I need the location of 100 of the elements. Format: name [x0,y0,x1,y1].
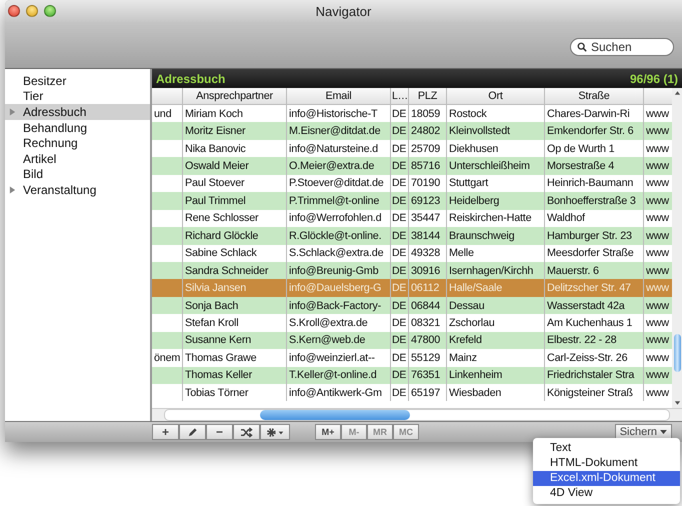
memory-button[interactable]: M+ [315,424,341,440]
table-cell: Braunschweig [447,227,545,244]
table-row[interactable]: Sandra Schneider info@Breunig-Gmb DE 30916 Isernhagen/Kirchh Mauerstr. 6 www [152,262,672,280]
table-cell: Paul Trimmel [183,192,287,210]
table-cell-text: www [645,281,670,296]
table-cell: T.Keller@t-online.d [287,366,391,384]
table-cell: 47800 [409,332,447,350]
table-cell: 24802 [409,122,447,140]
close-button[interactable] [8,5,20,17]
scroll-thumb[interactable] [260,410,410,420]
table-cell-text: www [645,350,670,366]
window-title: Navigator [316,4,372,18]
scroll-thumb[interactable] [674,334,680,372]
table-row[interactable]: Paul Trimmel P.Trimmel@t-online DE 69123 Heidelberg Bonhoefferstraße 3 www [152,192,672,210]
table-cell: Königsteiner Straß [545,384,644,402]
table-cell: Morsestraße 4 [545,157,644,175]
table-cell: Bonhoefferstraße 3 [545,192,644,210]
table-cell: DE [391,227,409,244]
column-header[interactable]: PLZ [409,88,447,104]
table-cell-text: www [645,333,670,348]
table-cell-text: www [645,228,670,244]
table-cell: P.Trimmel@t-online [287,192,391,210]
minimize-button[interactable] [26,5,38,17]
table-cell: Tobias Törner [183,384,287,402]
table-cell: 76351 [409,366,447,384]
sidebar-item[interactable]: Besitzer [5,73,150,89]
table-cell: DE [391,192,409,210]
horizontal-scrollbar[interactable] [152,408,682,421]
table-row[interactable]: Richard Glöckle R.Glöckle@t-online. DE 38144 Braunschweig Hamburger Str. 23 www [152,227,672,244]
table-cell: Friedrichstaler Stra [545,366,644,384]
menu-item[interactable]: 4D View [533,486,680,501]
remove-button[interactable]: − [206,424,233,440]
sidebar-item[interactable]: Adressbuch [5,104,150,120]
table-cell: Oswald Meier [183,157,287,175]
table-cell: Moritz Eisner [183,122,287,140]
sidebar-item[interactable]: Artikel [5,150,150,167]
table-row[interactable]: Sonja Bach info@Back-Factory- DE 06844 Dessau Wasserstadt 42a www [152,296,672,314]
table-cell: DE [391,366,409,384]
disclosure-triangle-icon[interactable] [9,108,16,116]
table-cell-text: www [645,124,670,140]
search-field[interactable]: Suchen [570,38,674,56]
edit-button[interactable] [179,424,206,440]
table-cell: DE [391,332,409,350]
table-cell-text: www [645,298,670,314]
table-cell: Heidelberg [447,192,545,210]
table-cell: DE [391,157,409,175]
table-cell: DE [391,384,409,402]
table-cell: R.Glöckle@t-online. [287,227,391,244]
table-cell-text: www [645,264,670,279]
sidebar-item[interactable]: Rechnung [5,135,150,151]
table-row[interactable]: Oswald Meier O.Meier@extra.de DE 85716 Unterschleißheim Morsestraße 4 www [152,157,672,175]
zoom-button[interactable] [44,5,56,17]
sidebar-item[interactable]: Behandlung [5,120,150,136]
table-cell-text: www [645,211,670,226]
table-cell: Susanne Kern [183,332,287,350]
table-cell: info@Antikwerk-Gm [287,384,391,402]
table-cell: Hamburger Str. 23 [545,227,644,244]
table-cell: Kleinvollstedt [447,122,545,140]
column-header[interactable]: Straße [545,88,644,104]
table-cell: Thomas Keller [183,366,287,384]
column-header[interactable]: Email [287,88,391,104]
scroll-up-arrow-icon[interactable] [674,90,680,96]
sidebar-item[interactable]: Bild [5,166,150,182]
menu-item[interactable]: Text [533,441,680,456]
table-cell-text: www [645,142,670,157]
table-cell: 06844 [409,296,447,314]
table-cell: Wiesbaden [447,384,545,402]
add-button[interactable]: + [152,424,179,440]
table-row[interactable]: Moritz Eisner M.Eisner@ditdat.de DE 24802 Kleinvollstedt Emkendorfer Str. 6 www [152,122,672,140]
shuffle-button[interactable] [233,424,260,440]
disclosure-triangle-icon[interactable] [9,186,16,194]
table-cell: Unterschleißheim [447,157,545,175]
table-row[interactable]: Tobias Törner info@Antikwerk-Gm DE 65197 Wiesbaden Königsteiner Straß www [152,384,672,402]
table-cell-text: www [645,194,670,209]
menu-item[interactable]: Excel.xml-Dokument [533,471,680,486]
table-row[interactable]: Susanne Kern S.Kern@web.de DE 47800 Krefeld Elbestr. 22 - 28 www [152,332,672,350]
action-menu-button[interactable] [260,424,290,440]
table-cell: Krefeld [447,332,545,350]
column-header[interactable]: Ansprechpartner [183,88,287,104]
vertical-scrollbar[interactable] [672,88,682,408]
table-cell-text: www [645,368,670,384]
table-cell: 65197 [409,384,447,402]
table-cell: Emkendorfer Str. 6 [545,122,644,140]
table-cell-text: www [645,316,670,331]
table-cell: 69123 [409,192,447,210]
table-cell: Wasserstadt 42a [545,296,644,314]
sidebar-item[interactable]: Veranstaltung [5,182,150,198]
column-header[interactable]: Ort [447,88,545,104]
table-row[interactable]: Thomas Keller T.Keller@t-online.d DE 76351 Linkenheim Friedrichstaler Stra www [152,366,672,384]
record-count: 96/96 (1) [630,72,678,86]
column-header[interactable]: L… [391,88,409,104]
search-icon [577,42,587,52]
table-cell: Dessau [447,296,545,314]
table-cell: Sonja Bach [183,296,287,314]
menu-item[interactable]: HTML-Dokument [533,456,680,471]
table-cell-text: www [645,386,670,401]
table-cell: DE [391,122,409,140]
sidebar-item[interactable]: Tier [5,88,150,104]
table-cell: DE [391,296,409,314]
scroll-down-arrow-icon[interactable] [674,400,680,406]
